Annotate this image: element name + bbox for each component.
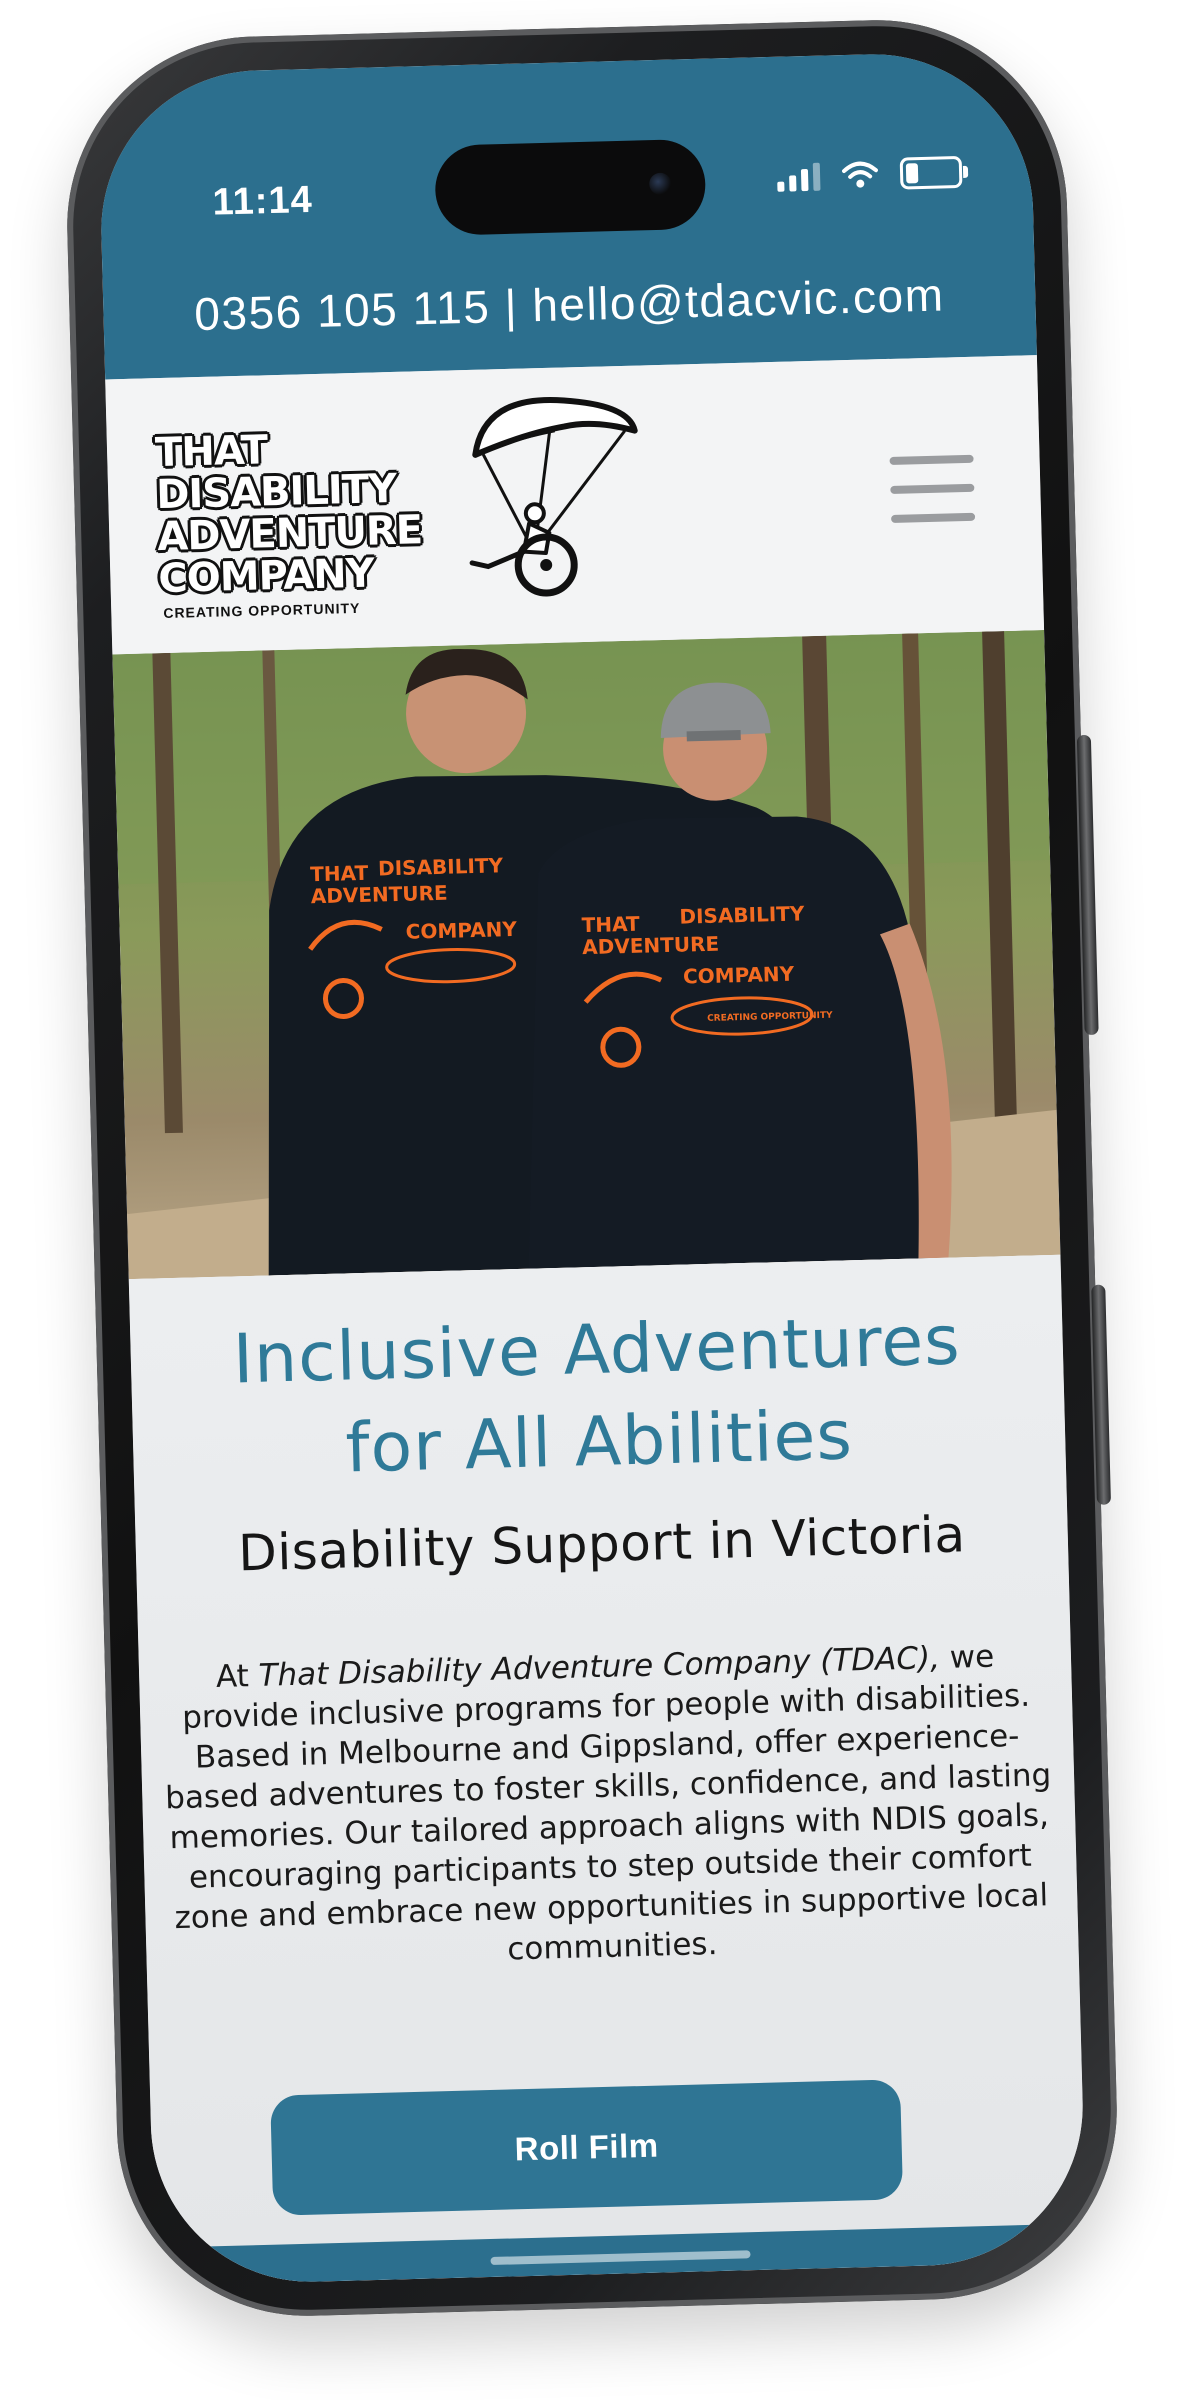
- device-mockup: 11:14 0356 105 115 | hello@tdacvic.com T…: [0, 0, 1200, 2400]
- logo-word-adventure: ADVENTURE: [156, 507, 423, 561]
- phone-frame: 11:14 0356 105 115 | hello@tdacvic.com T…: [62, 15, 1122, 2321]
- intro-prefix: At: [215, 1657, 260, 1696]
- status-time: 11:14: [212, 178, 314, 224]
- svg-text:ADVENTURE: ADVENTURE: [310, 881, 447, 909]
- wifi-icon: [841, 161, 878, 188]
- headline-line-2: for All Abilities: [344, 1396, 854, 1489]
- contact-line: 0356 105 115 | hello@tdacvic.com: [103, 265, 1036, 343]
- intro-paragraph: At That Disability Adventure Company (TD…: [161, 1635, 1057, 1978]
- page-headline: Inclusive Adventures for All Abilities: [150, 1293, 1047, 1500]
- paraglider-wheelchair-icon: [469, 396, 638, 597]
- roll-film-button[interactable]: Roll Film: [270, 2079, 904, 2216]
- battery-icon: [899, 155, 969, 190]
- phone-screen: 11:14 0356 105 115 | hello@tdacvic.com T…: [97, 50, 1087, 2286]
- cellular-signal-icon: [777, 161, 821, 192]
- site-header: THAT DISABILITY ADVENTURE COMPANY CREATI…: [105, 355, 1045, 655]
- side-button: [1091, 1284, 1111, 1505]
- headline-line-1: Inclusive Adventures: [232, 1301, 962, 1400]
- contact-separator: |: [503, 279, 519, 332]
- status-icons: [777, 155, 969, 193]
- svg-text:ADVENTURE: ADVENTURE: [582, 932, 719, 960]
- camera-lens-icon: [648, 172, 672, 196]
- svg-text:COMPANY: COMPANY: [405, 917, 517, 944]
- footer-strip: [154, 2223, 1087, 2286]
- svg-text:DISABILITY: DISABILITY: [378, 853, 504, 880]
- main-content: Inclusive Adventures for All Abilities D…: [128, 1254, 1087, 2286]
- phone-link[interactable]: 0356 105 115: [194, 280, 491, 340]
- page-subheadline: Disability Support in Victoria: [237, 1505, 967, 1583]
- logo-word-company: COMPANY: [157, 550, 375, 603]
- svg-text:DISABILITY: DISABILITY: [679, 901, 805, 928]
- hero-image: THAT DISABILITY ADVENTURE COMPANY THAT D…: [112, 629, 1061, 1280]
- power-button: [1076, 734, 1099, 1036]
- logo-tagline: CREATING OPPORTUNITY: [163, 599, 361, 622]
- logo-word-that: THAT: [154, 427, 268, 477]
- home-indicator[interactable]: [490, 2250, 751, 2266]
- hamburger-menu-icon[interactable]: [889, 454, 976, 523]
- email-link[interactable]: hello@tdacvic.com: [532, 268, 945, 331]
- svg-text:COMPANY: COMPANY: [683, 962, 795, 989]
- dynamic-island: [434, 138, 707, 236]
- site-logo[interactable]: THAT DISABILITY ADVENTURE COMPANY CREATI…: [154, 396, 639, 623]
- contact-bar: 11:14 0356 105 115 | hello@tdacvic.com: [97, 50, 1037, 380]
